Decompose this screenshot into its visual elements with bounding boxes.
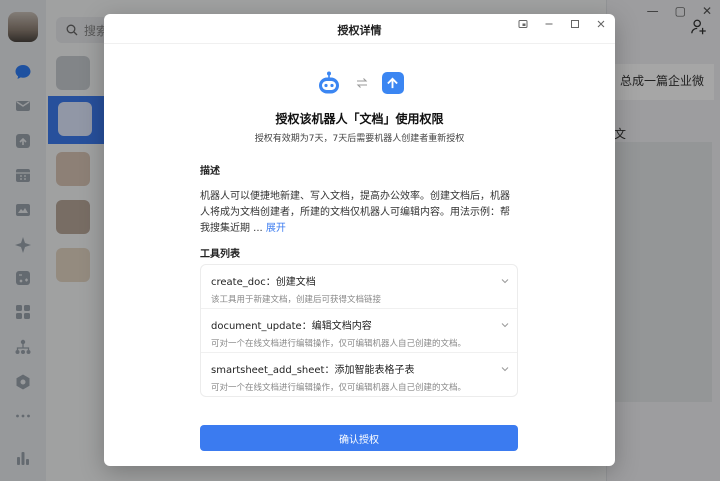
tool-item[interactable]: document_update：编辑文档内容 可对一个在线文档进行编辑操作，仅可… xyxy=(201,309,517,353)
swap-icon xyxy=(356,78,367,88)
expand-link[interactable]: 展开 xyxy=(266,223,286,234)
description-title: 描述 xyxy=(200,166,220,177)
tool-desc: 该工具用于新建文档，创建后可获得文档链接 xyxy=(211,295,382,305)
dialog-window-controls xyxy=(517,18,607,30)
description-body: 机器人可以便捷地新建、写入文档，提高办公效率。创建文档后，机器人将成为文档创建者… xyxy=(200,191,510,234)
authorization-dialog: 授权详情 授权该机器人「文档」使用权限 授权有效期为7天，7天后需要机器人创建者… xyxy=(104,14,615,466)
dialog-subheading: 授权有效期为7天，7天后需要机器人创建者重新授权 xyxy=(254,134,465,144)
chevron-down-icon[interactable] xyxy=(501,277,509,285)
description-text: 机器人可以便捷地新建、写入文档，提高办公效率。创建文档后，机器人将成为文档创建者… xyxy=(200,189,518,237)
tool-name: create_doc：创建文档 xyxy=(211,277,316,288)
tool-desc: 可对一个在线文档进行编辑操作，仅可编辑机器人自己创建的文档。 xyxy=(211,339,467,349)
tools-list: create_doc：创建文档 该工具用于新建文档，创建后可获得文档链接 doc… xyxy=(200,264,518,397)
description-section: 描述 机器人可以便捷地新建、写入文档，提高办公效率。创建文档后，机器人将成为文档… xyxy=(200,162,518,254)
chevron-down-icon[interactable] xyxy=(501,321,509,329)
app-logos xyxy=(104,70,615,96)
tool-name: document_update：编辑文档内容 xyxy=(211,321,372,332)
tool-item[interactable]: create_doc：创建文档 该工具用于新建文档，创建后可获得文档链接 xyxy=(201,265,517,309)
tools-title: 工具列表 xyxy=(200,249,240,260)
confirm-authorization-button[interactable]: 确认授权 xyxy=(200,425,518,451)
doc-app-icon xyxy=(381,72,404,94)
close-icon[interactable] xyxy=(595,18,607,30)
minimize-icon[interactable] xyxy=(543,18,555,30)
pip-icon[interactable] xyxy=(517,18,529,30)
tool-desc: 可对一个在线文档进行编辑操作，仅可编辑机器人自己创建的文档。 xyxy=(211,383,467,393)
dialog-heading: 授权该机器人「文档」使用权限 xyxy=(275,112,444,126)
dialog-header: 授权详情 xyxy=(104,14,615,44)
tool-item[interactable]: smartsheet_add_sheet：添加智能表格子表 可对一个在线文档进行… xyxy=(201,353,517,396)
tool-name: smartsheet_add_sheet：添加智能表格子表 xyxy=(211,365,415,376)
maximize-icon[interactable] xyxy=(569,18,581,30)
robot-icon xyxy=(318,71,339,94)
chevron-down-icon[interactable] xyxy=(501,365,509,373)
